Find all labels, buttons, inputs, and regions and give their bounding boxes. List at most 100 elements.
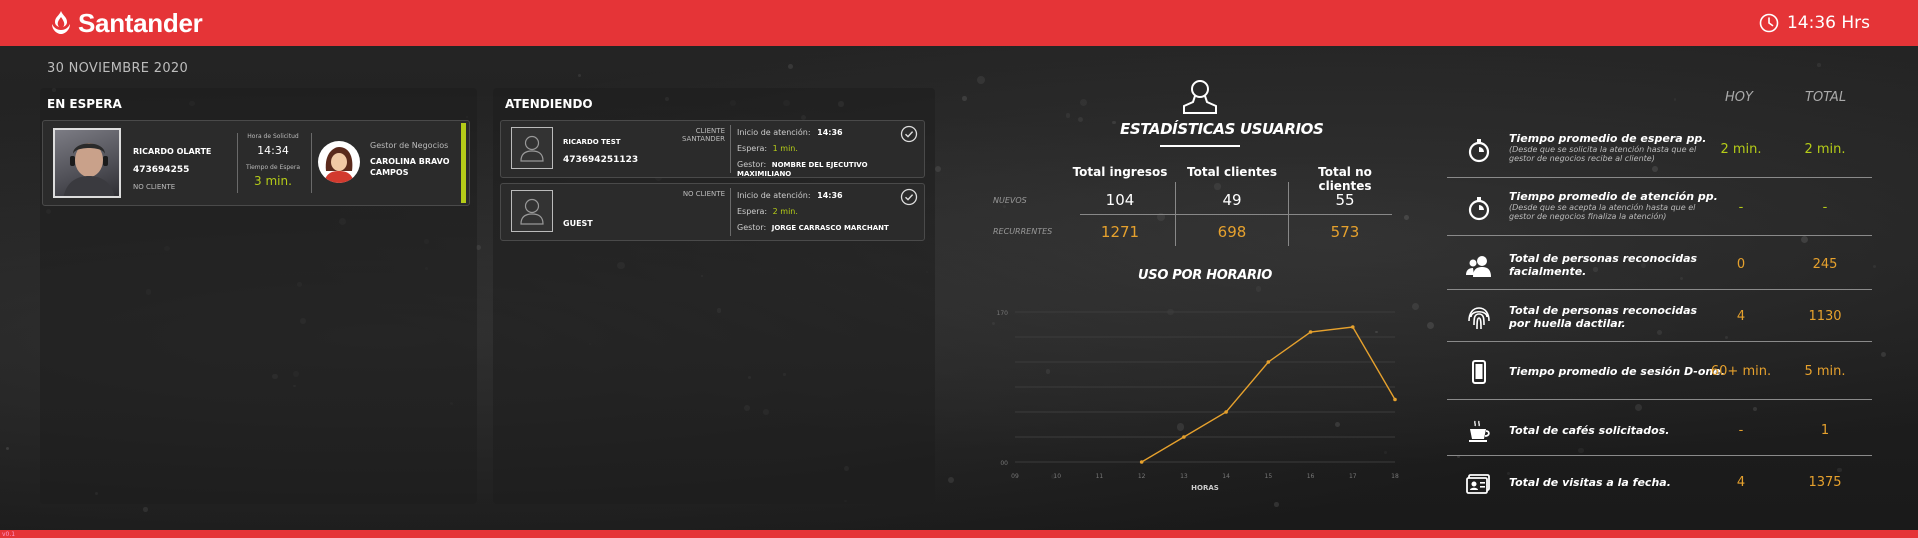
check-circle-icon[interactable]	[900, 125, 918, 143]
client-type-line-2: SANTANDER	[681, 135, 725, 143]
column-header-total: TOTAL	[1805, 90, 1847, 105]
x-tick-label: 10	[1053, 473, 1061, 480]
x-axis-label: HORAS	[1191, 484, 1219, 492]
attending-title: ATENDIENDO	[505, 97, 593, 111]
data-point	[1266, 360, 1271, 364]
stats-grid-line	[1175, 182, 1176, 246]
data-point	[1308, 330, 1313, 334]
metric-total-value: 1375	[1808, 474, 1842, 490]
waiting-title: EN ESPERA	[47, 97, 122, 111]
customer-name: RICARDO OLARTE	[133, 147, 212, 156]
metric-row: Tiempo promedio de sesión D-one. 60+ min.…	[1447, 344, 1872, 400]
divider	[237, 133, 238, 193]
check-circle-icon[interactable]	[900, 188, 918, 206]
stats-cell: 104	[1105, 191, 1135, 209]
metric-today-value: -	[1738, 423, 1744, 438]
header-clock: 14:36 Hrs	[1759, 13, 1870, 33]
attending-card[interactable]: RICARDO TEST 473694251123 CLIENTE SANTAN…	[500, 120, 925, 178]
stats-cell: 1271	[1100, 223, 1140, 241]
wait-value: 1 min.	[772, 144, 798, 153]
stats-row-label: RECURRENTES	[993, 227, 1053, 236]
metric-label-text: Tiempo promedio de espera pp.	[1509, 132, 1707, 145]
metric-total-value: 5 min.	[1804, 364, 1846, 379]
manager-name-line-1: CAROLINA BRAVO	[370, 157, 450, 166]
particle	[787, 63, 793, 69]
data-point	[1224, 410, 1228, 414]
particle	[962, 96, 967, 101]
particle	[577, 73, 581, 77]
tablet-icon	[1465, 358, 1493, 386]
waiting-customer-card[interactable]: RICARDO OLARTE 473694255 NO CLIENTE Hora…	[42, 120, 470, 206]
wait-row: Espera: 2 min.	[737, 207, 798, 216]
current-date: 30 NOVIEMBRE 2020	[47, 61, 189, 76]
customer-status: NO CLIENTE	[133, 183, 176, 191]
metric-subtext: gestor de negocios finaliza la atención)	[1509, 212, 1667, 221]
manager-label: Gestor:	[737, 160, 767, 169]
particle	[947, 476, 954, 483]
x-tick-label: 12	[1138, 473, 1146, 480]
stats-grid-line	[1080, 214, 1392, 215]
metric-label-text-2: por huella dactilar.	[1509, 317, 1626, 330]
particle	[1214, 183, 1221, 190]
wait-time-label: Tiempo de Espera	[245, 164, 301, 171]
series-line	[1141, 326, 1396, 463]
metric-row: Total de personas reconocidas por huella …	[1447, 292, 1872, 342]
x-tick-label: 11	[1096, 473, 1104, 480]
metric-subtext: gestor de negocios recibe al cliente)	[1509, 154, 1655, 163]
status-accent-bar	[461, 123, 466, 203]
attending-card[interactable]: GUEST NO CLIENTE Inicio de atención: 14:…	[500, 183, 925, 241]
stats-cell: 55	[1335, 191, 1355, 209]
customer-photo	[53, 128, 121, 198]
stats-grid-line	[1288, 182, 1289, 246]
particle	[1817, 63, 1821, 67]
metric-total-value: 1	[1820, 423, 1830, 438]
particle	[5, 447, 9, 451]
metric-subtext: (Desde que se acepta la atención hasta q…	[1509, 203, 1696, 212]
metric-total-value: -	[1822, 200, 1828, 215]
particle	[1412, 302, 1419, 310]
stats-header: Total ingresos	[1072, 165, 1168, 179]
particle	[1403, 215, 1409, 221]
wait-label: Espera:	[737, 207, 768, 216]
user-placeholder-icon	[511, 190, 553, 232]
stats-title: ESTADÍSTICAS USUARIOS	[1120, 120, 1324, 138]
user-stats-icon	[1183, 80, 1217, 114]
metric-label-text: Total de visitas a la fecha.	[1509, 475, 1671, 489]
x-tick-label: 16	[1307, 473, 1315, 480]
usage-chart: 00 170 09 10 11 12 13 14 15 16 17 18 HORAS	[997, 310, 1399, 492]
brand-logo: Santander	[50, 8, 203, 39]
metric-label: Tiempo promedio de sesión D-one.	[1509, 365, 1725, 378]
start-time-row: Inicio de atención: 14:36	[737, 128, 843, 137]
stats-title-underline	[1160, 145, 1240, 147]
metric-today-value: 2 min.	[1720, 142, 1762, 157]
metric-label-text: Tiempo promedio de sesión D-one.	[1509, 365, 1725, 378]
bottom-bar	[0, 530, 1918, 538]
divider	[730, 188, 731, 236]
request-time-label: Hora de Solicitud	[247, 133, 299, 140]
metric-label-text-2: facialmente.	[1509, 265, 1587, 278]
wait-row: Espera: 1 min.	[737, 144, 798, 153]
metric-label: Tiempo promedio de atención pp. (Desde qu…	[1509, 190, 1718, 221]
metric-total-value: 2 min.	[1804, 142, 1846, 157]
particle	[1003, 205, 1006, 208]
chart-title: USO POR HORARIO	[1138, 268, 1273, 283]
attending-name: GUEST	[563, 219, 593, 228]
users-icon	[1465, 251, 1493, 279]
metric-label: Total de visitas a la fecha.	[1509, 476, 1671, 489]
x-tick-label: 15	[1265, 473, 1273, 480]
wait-label: Espera:	[737, 144, 768, 153]
metric-today-value: 4	[1736, 474, 1746, 490]
metric-label: Total de personas reconocidas por huella …	[1509, 304, 1697, 330]
start-time-row: Inicio de atención: 14:36	[737, 191, 843, 200]
manager-value: JORGE CARRASCO MARCHANT	[771, 224, 889, 232]
stats-row-label: NUEVOS	[993, 196, 1027, 205]
metric-label-text: Tiempo promedio de atención pp.	[1509, 190, 1718, 203]
clock-icon	[1759, 13, 1779, 33]
metric-row: Total de personas reconocidas facialmente…	[1447, 240, 1872, 290]
client-type-line-1: CLIENTE	[695, 127, 725, 135]
divider	[730, 125, 731, 173]
stats-header: Total no clientes	[1318, 165, 1372, 193]
metric-label-text: Total de cafés solicitados.	[1509, 424, 1670, 437]
manager-role: Gestor de Negocios	[370, 141, 449, 150]
stats-cell: 573	[1330, 223, 1360, 241]
